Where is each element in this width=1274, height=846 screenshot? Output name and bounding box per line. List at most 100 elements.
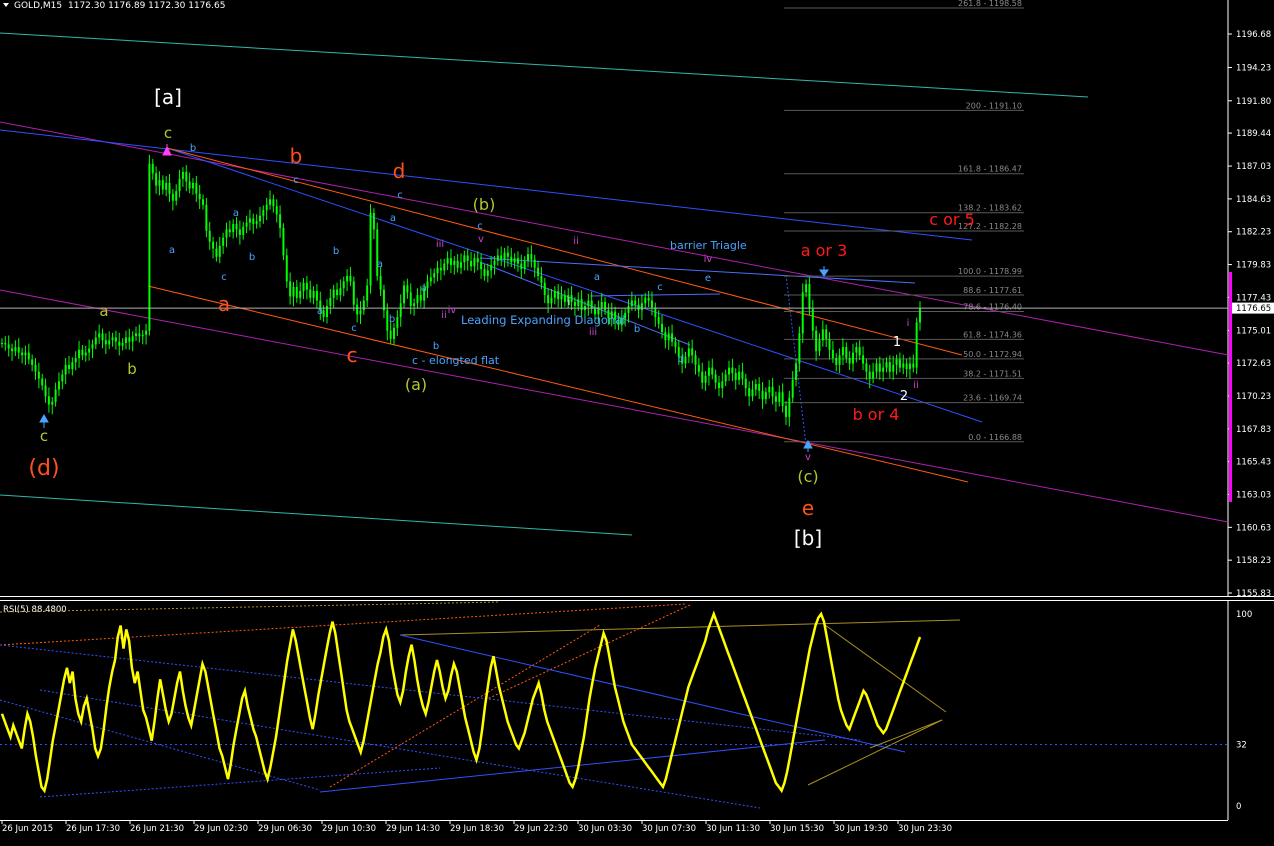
small-wave-label: iii xyxy=(589,327,597,338)
candle-body xyxy=(540,275,543,283)
candle-body xyxy=(510,256,513,263)
wave-label-bracket-b: [b] xyxy=(794,526,822,550)
candle-body xyxy=(419,295,422,301)
candle-body xyxy=(791,379,794,398)
candle-body xyxy=(299,290,302,298)
candle-body xyxy=(560,295,563,300)
candle-body xyxy=(657,316,660,324)
candle-body xyxy=(292,286,295,297)
candle-body xyxy=(456,260,459,268)
small-wave-label: b xyxy=(389,314,395,325)
candle-body xyxy=(728,367,731,375)
candle-body xyxy=(309,289,312,298)
small-wave-label: a xyxy=(169,245,175,256)
candle-body xyxy=(751,389,754,397)
candle-body xyxy=(198,193,201,200)
candle-body xyxy=(61,374,64,382)
candle-body xyxy=(31,359,34,365)
candle-body xyxy=(590,300,593,309)
price-tick-label: 1177.43 xyxy=(1236,293,1271,303)
fib-level-label: 261.8 - 1198.58 xyxy=(958,0,1022,8)
wave-label-bracket-a: [a] xyxy=(154,85,182,109)
candle-body xyxy=(634,300,637,305)
candle-body xyxy=(24,352,27,356)
small-wave-label: c xyxy=(351,323,357,334)
fib-level-label: 23.6 - 1169.74 xyxy=(963,394,1022,403)
candle-body xyxy=(78,349,81,359)
candle-body xyxy=(647,297,650,301)
time-tick-label: 30 Jun 19:30 xyxy=(834,824,888,834)
candle-body xyxy=(915,322,918,368)
candle-body xyxy=(811,308,814,331)
price-tick-label: 1167.83 xyxy=(1236,425,1271,435)
candle-body xyxy=(463,255,466,263)
candle-body xyxy=(453,260,456,265)
candle-body xyxy=(218,245,221,257)
wave-label-olive-a-paren: (a) xyxy=(405,375,427,394)
candle-body xyxy=(439,267,442,271)
candle-body xyxy=(191,182,194,189)
candle-body xyxy=(882,367,885,372)
candle-body xyxy=(460,262,462,268)
time-tick-label: 29 Jun 18:30 xyxy=(450,824,504,834)
small-wave-label: i xyxy=(907,318,910,329)
candle-body xyxy=(557,290,560,300)
price-tick-label: 1191.80 xyxy=(1236,97,1271,107)
candle-body xyxy=(242,226,245,235)
candle-body xyxy=(825,329,828,339)
candle-body xyxy=(490,264,493,271)
candle-body xyxy=(111,337,114,341)
fib-level-label: 200 - 1191.10 xyxy=(966,101,1022,110)
price-tick-label: 1196.68 xyxy=(1236,30,1271,40)
candle-body xyxy=(768,386,771,393)
candle-body xyxy=(282,228,285,256)
candle-body xyxy=(684,356,687,364)
candle-body xyxy=(878,363,881,372)
candle-body xyxy=(862,355,865,364)
candle-body xyxy=(875,363,878,372)
candle-body xyxy=(744,378,747,389)
price-tick-label: 1163.03 xyxy=(1236,490,1271,500)
small-wave-label: c xyxy=(293,175,299,186)
candle-body xyxy=(788,397,791,417)
candle-body xyxy=(413,303,416,307)
candle-body xyxy=(778,392,781,402)
candle-body xyxy=(704,375,707,383)
candle-body xyxy=(748,388,751,397)
candle-body xyxy=(205,204,208,231)
small-wave-label: d xyxy=(678,354,684,365)
candle-body xyxy=(563,295,566,302)
wave-label-olive-c-low: c xyxy=(40,427,48,445)
candle-body xyxy=(711,367,714,375)
candle-body xyxy=(258,215,261,222)
time-tick-label: 30 Jun 03:30 xyxy=(578,824,632,834)
candle-body xyxy=(808,284,811,309)
wave-label-olive-c-paren: (c) xyxy=(797,467,818,486)
candle-body xyxy=(181,171,184,179)
candle-body xyxy=(604,301,607,311)
candle-body xyxy=(473,258,476,267)
wave-label-olive-b: b xyxy=(127,360,137,378)
small-wave-label: ii xyxy=(441,310,447,321)
small-wave-label: v xyxy=(805,452,811,463)
candle-body xyxy=(734,373,737,380)
candle-body xyxy=(841,347,844,356)
candle-body xyxy=(784,405,787,417)
candle-body xyxy=(892,364,895,372)
price-tick-label: 1187.03 xyxy=(1236,162,1271,172)
candle-body xyxy=(352,281,355,305)
candle-body xyxy=(339,288,342,296)
candle-body xyxy=(550,297,553,304)
candle-body xyxy=(409,292,412,307)
candle-body xyxy=(738,371,741,380)
candle-body xyxy=(74,358,77,363)
wave-label-2: 2 xyxy=(900,389,908,404)
candle-body xyxy=(436,267,439,274)
candle-body xyxy=(4,342,7,345)
small-wave-label: c xyxy=(397,190,403,201)
candle-body xyxy=(764,392,767,400)
candle-body xyxy=(795,363,798,380)
candle-body xyxy=(188,181,191,189)
candle-body xyxy=(131,336,134,342)
time-tick-label: 26 Jun 17:30 xyxy=(66,824,120,834)
